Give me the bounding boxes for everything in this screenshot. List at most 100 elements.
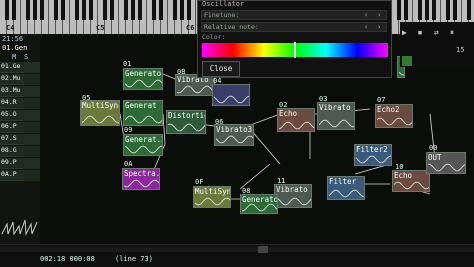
finetune-increase-button[interactable]: ›: [377, 11, 381, 19]
status-bar: 002:18 000:08 (line 73): [0, 244, 474, 267]
piano-black-key[interactable]: [467, 0, 471, 20]
track-rows: 01.Ge 02.Mu 03.Mu 04.R 05.O 06.P 07.S 08.G 09.P 0…: [0, 62, 40, 202]
mute-column-header[interactable]: M: [12, 53, 16, 61]
track-row-pattern[interactable]: [24, 62, 40, 73]
module-label: MultiSyn.h: [195, 187, 231, 196]
stop-button[interactable]: ⏹: [418, 28, 422, 38]
piano-black-key[interactable]: [5, 0, 9, 20]
module-node[interactable]: Filter: [327, 176, 365, 200]
module-waveform: [214, 95, 249, 104]
piano-black-key[interactable]: [124, 0, 128, 20]
piano-black-key[interactable]: [40, 0, 44, 20]
color-picker-slider[interactable]: [202, 42, 388, 58]
module-waveform: [177, 85, 214, 94]
piano-black-key[interactable]: [159, 0, 163, 20]
piano-black-key[interactable]: [26, 0, 30, 20]
module-waveform: [125, 79, 162, 88]
module-node[interactable]: [212, 84, 250, 106]
piano-black-key[interactable]: [453, 0, 457, 20]
timeline-scroll-handle[interactable]: [258, 246, 268, 253]
track-row-pattern[interactable]: [24, 158, 40, 169]
module-waveform: [124, 179, 159, 188]
module-label: Generat.2: [125, 135, 163, 144]
record-indicator[interactable]: [402, 56, 412, 66]
current-track-name: 01.Gen: [2, 44, 28, 52]
piano-black-key[interactable]: [418, 0, 422, 20]
piano-black-key[interactable]: [425, 0, 429, 20]
piano-black-key[interactable]: [131, 0, 135, 20]
piano-black-key[interactable]: [103, 0, 107, 20]
track-row[interactable]: 07.S: [0, 134, 24, 145]
timeline-scrollbar[interactable]: [0, 246, 474, 253]
color-picker-handle[interactable]: [294, 42, 296, 58]
module-waveform: [276, 197, 311, 206]
module-number: 0F: [195, 178, 204, 186]
module-node[interactable]: Generat.2: [123, 134, 163, 156]
piano-black-key[interactable]: [180, 0, 184, 20]
module-node[interactable]: Generator: [123, 68, 163, 90]
relative-note-decrease-button[interactable]: ‹: [364, 23, 368, 31]
close-button[interactable]: Close: [202, 61, 240, 77]
module-node[interactable]: MultiSyn.h: [80, 100, 120, 126]
module-node[interactable]: Vibrato: [274, 184, 312, 208]
piano-black-key[interactable]: [110, 0, 114, 20]
track-row[interactable]: 08.G: [0, 146, 24, 157]
relative-note-field[interactable]: Relative note: ‹ ›: [201, 22, 387, 32]
module-node[interactable]: MultiSyn.h: [193, 186, 231, 208]
piano-black-key[interactable]: [138, 0, 142, 20]
module-node[interactable]: Vibrato: [317, 102, 355, 130]
track-row[interactable]: 0A.P: [0, 170, 24, 181]
module-number: 06: [215, 118, 224, 126]
track-row-pattern[interactable]: [24, 74, 40, 85]
finetune-field[interactable]: Finetune: ‹ ›: [201, 10, 387, 20]
piano-black-key[interactable]: [432, 0, 436, 20]
track-row[interactable]: 02.Mu: [0, 74, 24, 85]
piano-black-key[interactable]: [187, 0, 191, 20]
track-row[interactable]: 04.R: [0, 98, 24, 109]
loop-button[interactable]: ⇄: [434, 28, 439, 37]
module-number: 11: [277, 177, 286, 185]
piano-black-key[interactable]: [152, 0, 156, 20]
track-row[interactable]: 06.P: [0, 122, 24, 133]
piano-black-key[interactable]: [33, 0, 37, 20]
module-node[interactable]: Filter2: [354, 144, 392, 166]
module-node[interactable]: Generat: [123, 100, 163, 126]
track-row-pattern[interactable]: [24, 146, 40, 157]
track-row-pattern[interactable]: [24, 170, 40, 181]
track-row[interactable]: 01.Ge: [0, 62, 24, 73]
piano-black-key[interactable]: [404, 0, 408, 20]
track-row[interactable]: 09.P: [0, 158, 24, 169]
piano-black-key[interactable]: [61, 0, 65, 20]
module-waveform: [279, 121, 314, 130]
module-node[interactable]: Generator: [240, 194, 278, 214]
module-node[interactable]: Spectra.#: [122, 168, 160, 190]
track-row-pattern[interactable]: [24, 86, 40, 97]
module-node[interactable]: Vibrato3: [214, 124, 254, 146]
module-node[interactable]: Echo2: [375, 104, 413, 128]
module-node[interactable]: Echo: [277, 108, 315, 132]
relative-note-increase-button[interactable]: ›: [377, 23, 381, 31]
piano-black-key[interactable]: [82, 0, 86, 20]
piano-black-key[interactable]: [89, 0, 93, 20]
piano-black-key[interactable]: [446, 0, 450, 20]
piano-black-key[interactable]: [397, 0, 401, 20]
track-row-pattern[interactable]: [24, 134, 40, 145]
module-waveform: [329, 189, 364, 198]
module-node[interactable]: OUT: [426, 152, 466, 174]
module-node[interactable]: Distortion: [166, 110, 206, 134]
finetune-decrease-button[interactable]: ‹: [364, 11, 368, 19]
pause-button[interactable]: ⏸: [450, 28, 454, 38]
piano-black-key[interactable]: [54, 0, 58, 20]
piano-black-key[interactable]: [12, 0, 16, 20]
module-node[interactable]: Echo: [392, 170, 430, 192]
piano-black-key[interactable]: [173, 0, 177, 20]
track-row-pattern[interactable]: [24, 122, 40, 133]
track-row-pattern[interactable]: [24, 110, 40, 121]
line-readout: (line 73): [115, 255, 153, 263]
piano-black-key[interactable]: [75, 0, 79, 20]
track-row[interactable]: 05.O: [0, 110, 24, 121]
track-row-pattern[interactable]: [24, 98, 40, 109]
solo-column-header[interactable]: S: [24, 53, 28, 61]
play-button[interactable]: ▶: [402, 28, 407, 37]
track-row[interactable]: 03.Mu: [0, 86, 24, 97]
